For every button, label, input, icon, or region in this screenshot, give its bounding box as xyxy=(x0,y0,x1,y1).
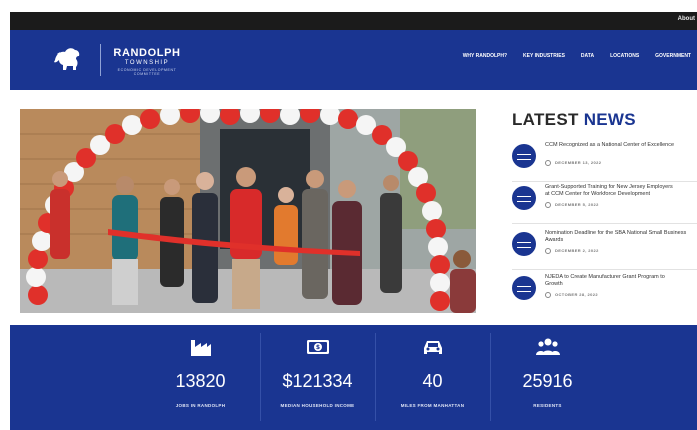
news-item[interactable]: CCM Recognized as a National Center of E… xyxy=(512,142,697,186)
news-date: DECEMBER 13, 2022 xyxy=(545,160,601,166)
news-headline[interactable]: NJEDA to Create Manufacturer Grant Progr… xyxy=(545,274,697,288)
stat-value: $121334 xyxy=(282,371,353,391)
brand-tagline: ECONOMIC DEVELOPMENT COMMITTEE xyxy=(117,68,177,76)
news-divider xyxy=(512,269,697,270)
ribbon-cutting-illustration xyxy=(20,109,476,313)
brand-wordmark[interactable]: RANDOLPH TOWNSHIP ECONOMIC DEVELOPMENT C… xyxy=(106,47,188,76)
stat-distance: 40 MILES FROM MANHATTAN xyxy=(375,325,490,430)
latest-news-section: LATEST NEWS CCM Recognized as a National… xyxy=(512,110,697,310)
lion-logo-icon[interactable] xyxy=(52,46,82,72)
news-logo-icon xyxy=(512,276,536,300)
brand-sub: TOWNSHIP xyxy=(124,60,170,66)
news-divider xyxy=(512,223,697,224)
stat-value: 40 xyxy=(422,371,443,391)
stat-label: RESIDENTS xyxy=(533,403,562,408)
latest-news-title-b: NEWS xyxy=(583,110,636,129)
news-logo-icon xyxy=(512,144,536,168)
news-date: DECEMBER 5, 2022 xyxy=(545,202,599,208)
stat-label: MEDIAN HOUSEHOLD INCOME xyxy=(280,403,355,408)
nav-locations[interactable]: LOCATIONS xyxy=(610,53,639,59)
stat-value: 13820 xyxy=(175,371,226,391)
news-logo-icon xyxy=(512,232,536,256)
site-header: RANDOLPH TOWNSHIP ECONOMIC DEVELOPMENT C… xyxy=(10,30,697,90)
stat-income: $ $121334 MEDIAN HOUSEHOLD INCOME xyxy=(260,325,375,430)
svg-text:$: $ xyxy=(316,344,320,351)
news-date: OCTOBER 28, 2022 xyxy=(545,292,598,298)
news-date: DECEMBER 2, 2022 xyxy=(545,248,599,254)
news-item[interactable]: NJEDA to Create Manufacturer Grant Progr… xyxy=(512,274,697,310)
nav-key-industries[interactable]: KEY INDUSTRIES xyxy=(523,53,565,59)
nav-data[interactable]: DATA xyxy=(581,53,594,59)
news-headline[interactable]: Nomination Deadline for the SBA National… xyxy=(545,230,697,244)
latest-news-title: LATEST NEWS xyxy=(512,110,697,130)
news-headline[interactable]: Grant-Supported Training for New Jersey … xyxy=(545,184,697,198)
stat-label: JOBS IN RANDOLPH xyxy=(175,403,226,408)
news-headline[interactable]: CCM Recognized as a National Center of E… xyxy=(545,142,697,149)
people-icon xyxy=(536,338,560,355)
news-item[interactable]: Grant-Supported Training for New Jersey … xyxy=(512,184,697,228)
car-icon xyxy=(424,341,442,354)
brand-name: RANDOLPH xyxy=(113,47,181,59)
stat-jobs: 13820 JOBS IN RANDOLPH xyxy=(143,325,258,430)
logo-divider xyxy=(100,44,101,76)
news-item[interactable]: Nomination Deadline for the SBA National… xyxy=(512,230,697,274)
news-divider xyxy=(512,181,697,182)
stat-value: 25916 xyxy=(522,371,573,391)
latest-news-title-a: LATEST xyxy=(512,110,579,129)
nav-government[interactable]: GOVERNMENT xyxy=(655,53,691,59)
about-link[interactable]: About xyxy=(678,16,695,22)
ribbon-cutting-photo xyxy=(20,109,476,313)
stats-band: 13820 JOBS IN RANDOLPH $ $121334 MEDIAN … xyxy=(10,325,697,430)
top-utility-bar: About xyxy=(10,12,697,30)
stat-label: MILES FROM MANHATTAN xyxy=(400,403,465,408)
factory-icon xyxy=(191,340,211,356)
nav-why-randolph[interactable]: WHY RANDOLPH? xyxy=(463,53,507,59)
main-nav: WHY RANDOLPH? KEY INDUSTRIES DATA LOCATI… xyxy=(447,53,691,59)
stat-residents: 25916 RESIDENTS xyxy=(490,325,605,430)
money-icon: $ xyxy=(307,340,329,354)
news-logo-icon xyxy=(512,186,536,210)
